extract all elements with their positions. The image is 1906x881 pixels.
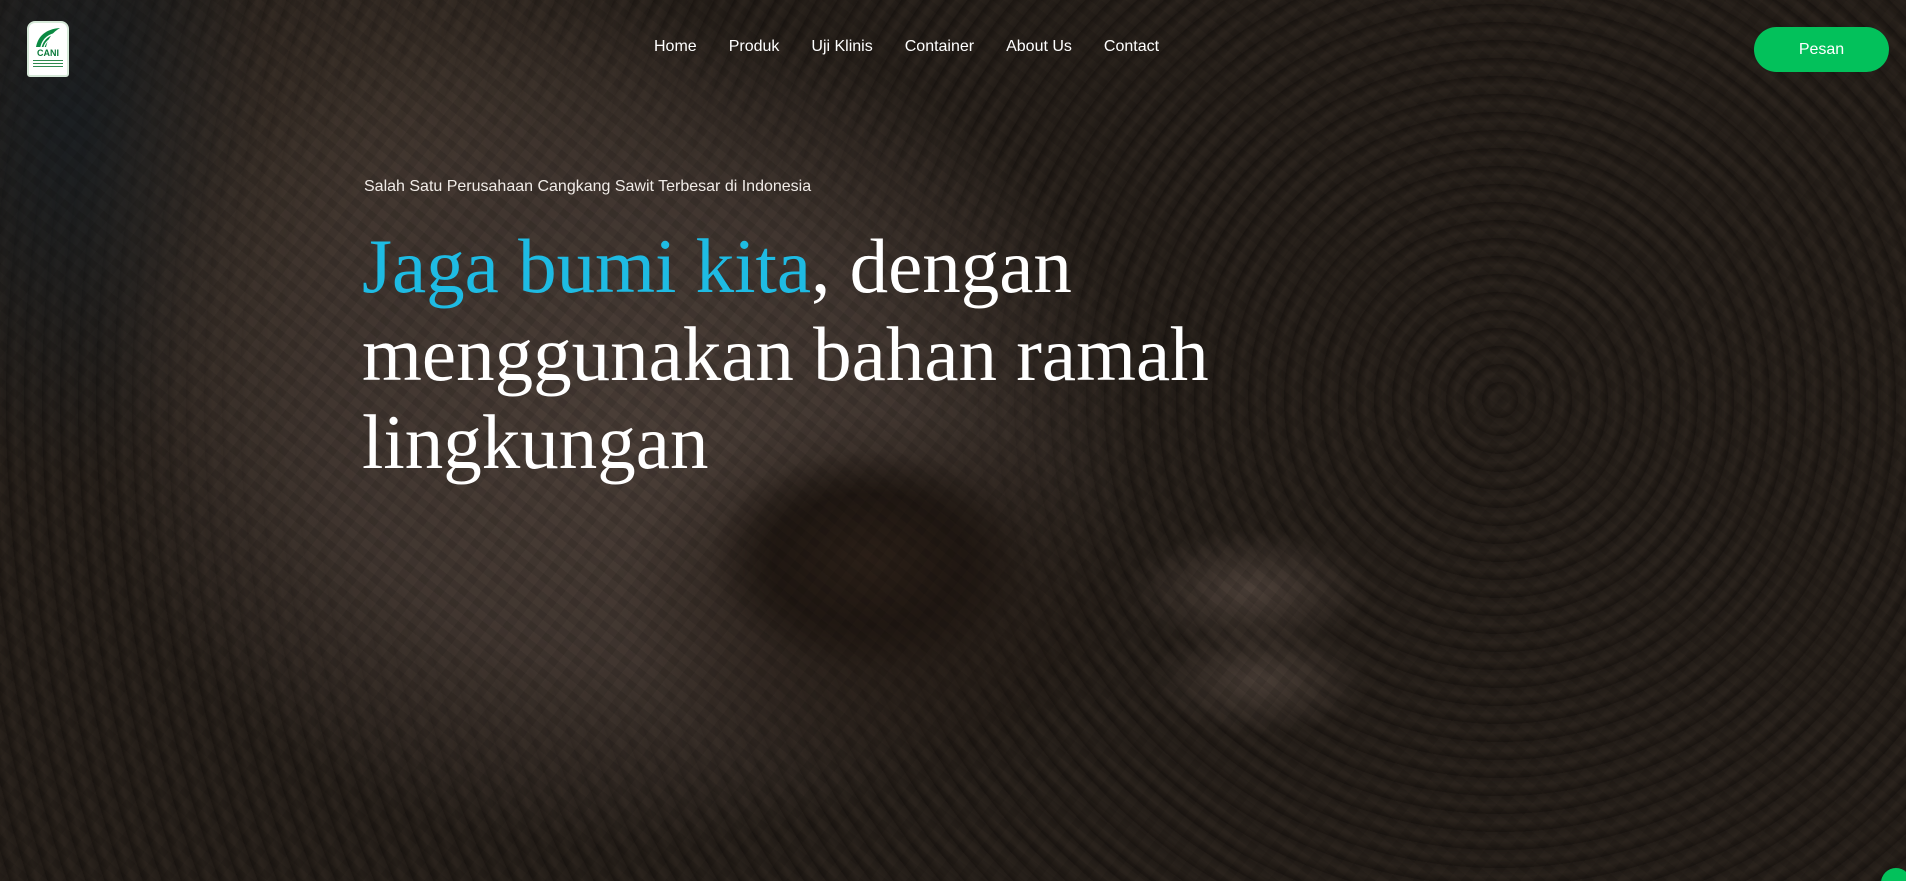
logo-tagline-lines xyxy=(33,60,63,69)
nav-item-uji-klinis[interactable]: Uji Klinis xyxy=(811,38,872,56)
company-logo[interactable]: CANI xyxy=(27,21,69,77)
nav-item-contact[interactable]: Contact xyxy=(1104,38,1159,56)
hero-eyebrow: Salah Satu Perusahaan Cangkang Sawit Ter… xyxy=(364,178,812,195)
main-navigation: Home Produk Uji Klinis Container About U… xyxy=(654,38,1159,56)
nav-item-container[interactable]: Container xyxy=(905,38,974,56)
nav-item-home[interactable]: Home xyxy=(654,38,697,56)
leaf-logo-icon xyxy=(36,28,60,48)
pesan-button[interactable]: Pesan xyxy=(1754,27,1889,72)
logo-wordmark: CANI xyxy=(37,48,59,58)
nav-item-about-us[interactable]: About Us xyxy=(1006,38,1072,56)
nav-item-produk[interactable]: Produk xyxy=(729,38,780,56)
hero-headline-accent: Jaga bumi kita xyxy=(362,223,812,309)
hero-headline: Jaga bumi kita, dengan menggunakan bahan… xyxy=(362,222,1512,486)
hero-section: CANI Home Produk Uji Klinis Container Ab… xyxy=(0,0,1906,881)
